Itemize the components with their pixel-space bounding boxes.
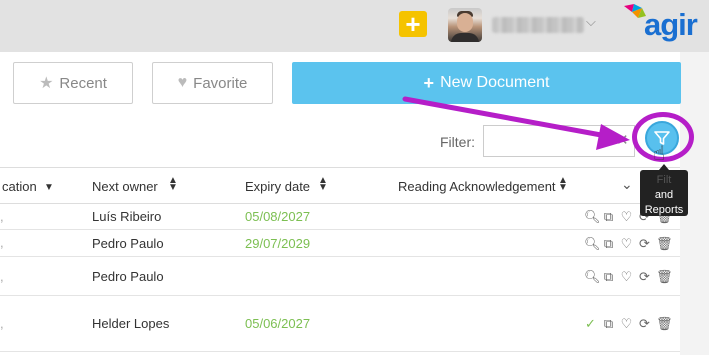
trash-icon[interactable]: 🗑︎: [656, 236, 673, 252]
column-header-reading-ack[interactable]: Reading Acknowledgement: [398, 179, 556, 194]
clear-filter-icon[interactable]: ✕: [616, 131, 629, 149]
recent-button[interactable]: ★ Recent: [13, 62, 133, 104]
sort-icon[interactable]: ▲ ▼: [558, 176, 568, 193]
trash-icon[interactable]: 🗑︎: [656, 316, 673, 332]
username-blurred[interactable]: [492, 17, 584, 33]
search-icon[interactable]: 🔍︎: [584, 209, 601, 225]
new-document-label: New Document: [440, 74, 550, 91]
plus-icon: +: [423, 72, 435, 93]
expiry-date-cell: 05/08/2027: [245, 209, 311, 224]
next-owner-cell: Pedro Paulo: [92, 269, 164, 284]
column-header-next-owner[interactable]: Next owner: [92, 179, 158, 194]
search-icon[interactable]: 🔍︎: [584, 236, 601, 252]
filter-label: Filter:: [440, 134, 475, 150]
external-link-icon[interactable]: ⧉: [602, 236, 615, 252]
row-ellipsis: ,: [0, 209, 4, 224]
table-row[interactable]: , Luís Ribeiro 05/08/2027 🔍︎ ⧉ ♡ ⟳ 🗑︎: [0, 204, 680, 230]
recent-button-label: Recent: [59, 74, 107, 92]
row-actions: 🔍︎ ⧉ ♡ ⟳ 🗑︎: [584, 236, 673, 252]
avatar-face: [457, 13, 473, 32]
check-icon: ✓: [585, 316, 596, 331]
heart-icon[interactable]: ♡: [620, 209, 633, 225]
new-document-button[interactable]: + New Document: [292, 62, 681, 104]
table-row[interactable]: , Pedro Paulo 🔍︎ ⧉ ♡ ⟳ 🗑︎: [0, 257, 680, 296]
tooltip-line: and: [654, 189, 674, 201]
refresh-icon[interactable]: ⟳: [638, 316, 651, 332]
row-actions: 🔍︎ ⧉ ♡ ⟳ 🗑︎: [584, 269, 673, 285]
chevron-down-icon[interactable]: ⌵: [586, 14, 596, 30]
external-link-icon[interactable]: ⧉: [602, 269, 615, 285]
filter-input[interactable]: [483, 125, 635, 157]
favorite-button-label: Favorite: [193, 74, 248, 92]
star-icon: ★: [39, 75, 54, 92]
row-ellipsis: ,: [0, 235, 4, 250]
heart-icon[interactable]: ♡: [620, 269, 633, 285]
heart-icon[interactable]: ♡: [620, 316, 633, 332]
table-header: cation ▼ Next owner ▲ ▼ Expiry date ▲ ▼ Re…: [0, 167, 680, 204]
table-row[interactable]: , Pedro Paulo 29/07/2029 🔍︎ ⧉ ♡ ⟳ 🗑︎: [0, 230, 680, 257]
table-row[interactable]: , Helder Lopes 05/06/2027 ✓ ⧉ ♡ ⟳ 🗑︎: [0, 296, 680, 352]
expiry-date-cell: 29/07/2029: [245, 236, 311, 251]
next-owner-cell: Helder Lopes: [92, 316, 170, 331]
refresh-icon[interactable]: ⟳: [638, 269, 651, 285]
expiry-date-cell: 05/06/2027: [245, 316, 311, 331]
trash-icon[interactable]: 🗑︎: [656, 269, 673, 285]
next-owner-cell: Luís Ribeiro: [92, 209, 162, 224]
column-header-expiry-date[interactable]: Expiry date: [245, 179, 310, 194]
search-icon[interactable]: 🔍︎: [584, 269, 601, 285]
tooltip-line: Filt: [656, 174, 672, 186]
avatar[interactable]: [448, 8, 482, 42]
favorite-button[interactable]: ♥ Favorite: [152, 62, 273, 104]
row-actions: ✓ ⧉ ♡ ⟳ 🗑︎: [584, 316, 673, 332]
top-bar: [0, 0, 709, 52]
tooltip-line: Reports: [644, 204, 684, 216]
heart-icon[interactable]: ♡: [620, 236, 633, 252]
sort-caret-icon[interactable]: ▼: [44, 182, 54, 193]
external-link-icon[interactable]: ⧉: [602, 209, 615, 225]
brand-logo[interactable]: agir: [644, 7, 698, 43]
row-ellipsis: ,: [0, 316, 4, 331]
tooltip: Filt and Reports: [640, 164, 688, 216]
add-button[interactable]: +: [399, 11, 427, 37]
column-chooser-chevron-icon[interactable]: ⌄: [621, 176, 633, 193]
hand-cursor-icon: ☝: [653, 143, 666, 165]
row-ellipsis: ,: [0, 269, 4, 284]
avatar-shirt: [451, 33, 479, 42]
heart-icon: ♥: [177, 74, 188, 91]
refresh-icon[interactable]: ⟳: [638, 236, 651, 252]
sort-icon[interactable]: ▲ ▼: [318, 176, 328, 193]
next-owner-cell: Pedro Paulo: [92, 236, 164, 251]
external-link-icon[interactable]: ⧉: [602, 316, 615, 332]
column-header-location[interactable]: cation: [2, 179, 37, 194]
sort-icon[interactable]: ▲ ▼: [168, 176, 178, 193]
